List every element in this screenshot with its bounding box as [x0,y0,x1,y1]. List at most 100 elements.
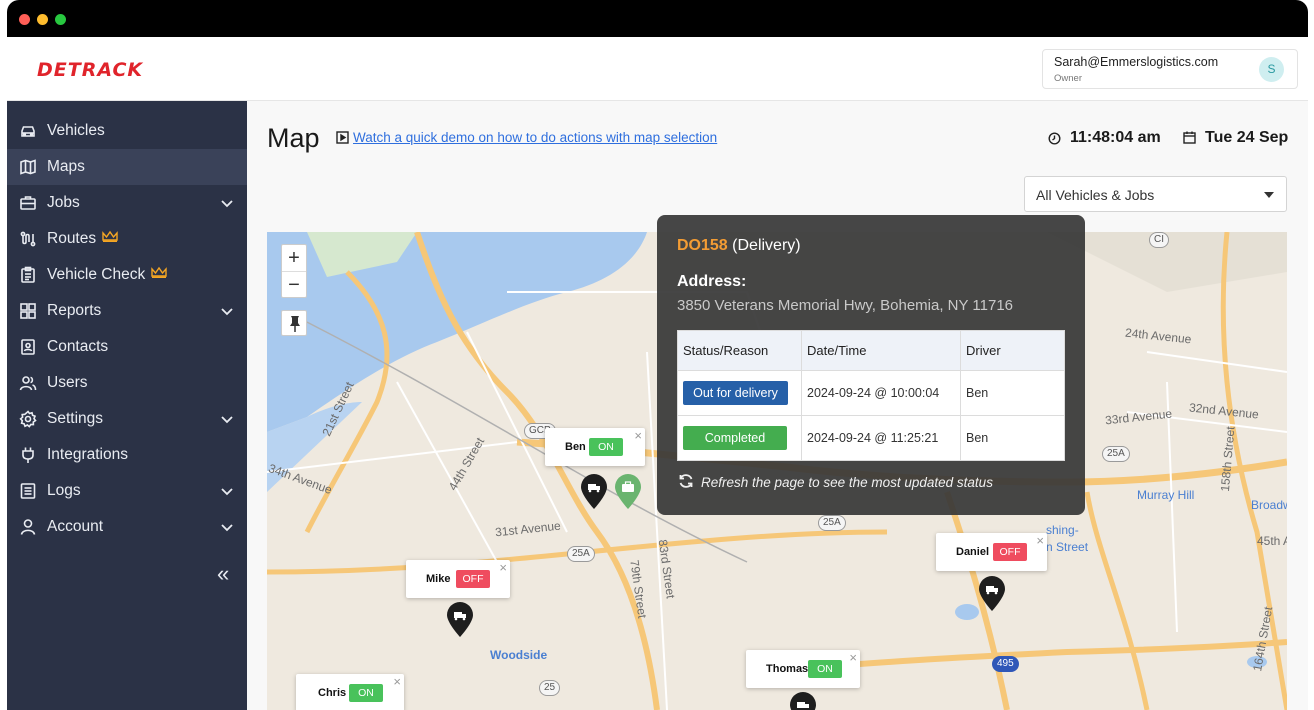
driver-popup-ben[interactable]: Ben ON × [545,428,645,466]
job-status-table: Status/Reason Date/Time Driver Out for d… [677,330,1065,461]
sidebar-item-settings[interactable]: Settings [7,401,247,437]
job-title: DO158 (Delivery) [677,237,801,255]
driver-popup-thomas[interactable]: Thomas ON × [746,650,860,688]
detrack-logo[interactable]: DETRACK [37,59,143,81]
play-video-icon[interactable] [336,131,349,144]
sidebar-item-label: Routes [47,230,118,248]
driver-status-badge: OFF [456,570,490,588]
chevron-down-icon[interactable] [219,483,235,499]
map-label: Murray Hill [1137,488,1195,502]
column-header: Status/Reason [677,330,802,371]
sidebar-item-label: Jobs [47,194,80,211]
sidebar-item-text: Routes [47,230,97,247]
caret-down-icon [1264,192,1274,198]
minimize-window-button[interactable] [37,14,48,25]
sidebar-item-integrations[interactable]: Integrations [7,437,247,473]
refresh-note: Refresh the page to see the most updated… [701,475,993,490]
sidebar-item-reports[interactable]: Reports [7,293,247,329]
sidebar-item-users[interactable]: Users [7,365,247,401]
sidebar-item-maps[interactable]: Maps [7,149,247,185]
datetime-cell: 2024-09-24 @ 11:25:21 [801,415,961,461]
pin-button[interactable] [281,310,307,336]
truck-marker-icon[interactable] [580,474,608,510]
car-icon [19,122,37,140]
job-marker-icon[interactable] [614,474,642,510]
sidebar-item-label: Integrations [47,446,128,463]
close-window-button[interactable] [19,14,30,25]
sidebar-item-label: Reports [47,302,102,319]
sidebar-item-label: Vehicles [47,122,105,139]
status-cell: Out for delivery [677,370,802,416]
driver-name: Chris [318,687,347,699]
truck-marker-icon[interactable] [446,602,474,638]
collapse-sidebar-button[interactable]: « [217,563,239,585]
app-root: DETRACK Sarah@Emmerslogistics.com Owner … [7,37,1308,710]
truck-marker-icon[interactable] [789,692,817,710]
demo-video-link[interactable]: Watch a quick demo on how to do actions … [353,130,717,145]
filter-selected-value: All Vehicles & Jobs [1036,187,1155,203]
datetime-cell: 2024-09-24 @ 10:00:04 [801,370,961,416]
driver-status-badge: ON [808,660,842,678]
sidebar: Vehicles Maps Jobs Routes Vehicle Check [7,101,247,710]
sidebar-item-account[interactable]: Account [7,509,247,545]
route-badge: 25A [1102,446,1130,462]
page-title: Map [267,123,320,153]
route-badge: 25 [539,680,561,696]
driver-name: Mike [426,573,451,585]
clipboard-icon [19,266,37,284]
close-icon[interactable]: × [1036,533,1044,548]
grid-icon [19,302,37,320]
zoom-in-button[interactable]: + [282,245,306,271]
route-badge: CI [1149,232,1169,248]
route-badge: 25A [818,515,846,531]
user-menu[interactable]: Sarah@Emmerslogistics.com Owner S [1042,49,1298,89]
top-bar: DETRACK Sarah@Emmerslogistics.com Owner … [7,37,1308,101]
vehicle-job-filter-select[interactable]: All Vehicles & Jobs [1024,176,1287,212]
close-icon[interactable]: × [499,560,507,575]
column-header: Date/Time [801,330,961,371]
chevron-down-icon[interactable] [219,195,235,211]
job-code[interactable]: DO158 [677,237,728,254]
route-icon [19,230,37,248]
sidebar-item-logs[interactable]: Logs [7,473,247,509]
driver-popup-chris[interactable]: Chris ON × [296,674,404,710]
close-icon[interactable]: × [393,674,401,689]
sidebar-item-label: Maps [47,158,85,175]
gear-icon [19,410,37,428]
driver-cell: Ben [960,370,1065,416]
close-icon[interactable]: × [849,650,857,665]
user-email: Sarah@Emmerslogistics.com [1054,55,1219,69]
chevron-down-icon[interactable] [219,303,235,319]
sidebar-item-jobs[interactable]: Jobs [7,185,247,221]
crown-icon [151,266,167,278]
address-label: Address: [677,273,747,290]
window-titlebar [7,0,1308,37]
close-icon[interactable]: × [634,428,642,443]
plug-icon [19,446,37,464]
truck-marker-icon[interactable] [978,576,1006,612]
sidebar-item-label: Settings [47,410,104,427]
user-role: Owner [1054,73,1082,84]
zoom-out-button[interactable]: − [282,272,306,298]
driver-status-badge: ON [589,438,623,456]
chevron-down-icon[interactable] [219,411,235,427]
chevron-down-icon[interactable] [219,519,235,535]
job-detail-popup: DO158 (Delivery) Address: 3850 Veterans … [657,215,1085,515]
sidebar-item-label: Users [47,374,88,391]
driver-name: Daniel [956,546,990,558]
sidebar-item-contacts[interactable]: Contacts [7,329,247,365]
map-label: Broadwa [1251,498,1287,512]
map-label: Woodside [490,648,548,662]
sidebar-item-vehicles[interactable]: Vehicles [7,113,247,149]
driver-popup-daniel[interactable]: Daniel OFF × [936,533,1047,571]
refresh-icon[interactable] [678,473,694,489]
sidebar-item-routes[interactable]: Routes [7,221,247,257]
users-icon [19,374,37,392]
calendar-icon [1183,131,1196,144]
sidebar-item-vehicle-check[interactable]: Vehicle Check [7,257,247,293]
driver-popup-mike[interactable]: Mike OFF × [406,560,510,598]
current-time: 11:48:04 am [1070,129,1161,146]
status-badge: Completed [683,426,787,450]
maximize-window-button[interactable] [55,14,66,25]
sidebar-item-label: Account [47,518,104,535]
